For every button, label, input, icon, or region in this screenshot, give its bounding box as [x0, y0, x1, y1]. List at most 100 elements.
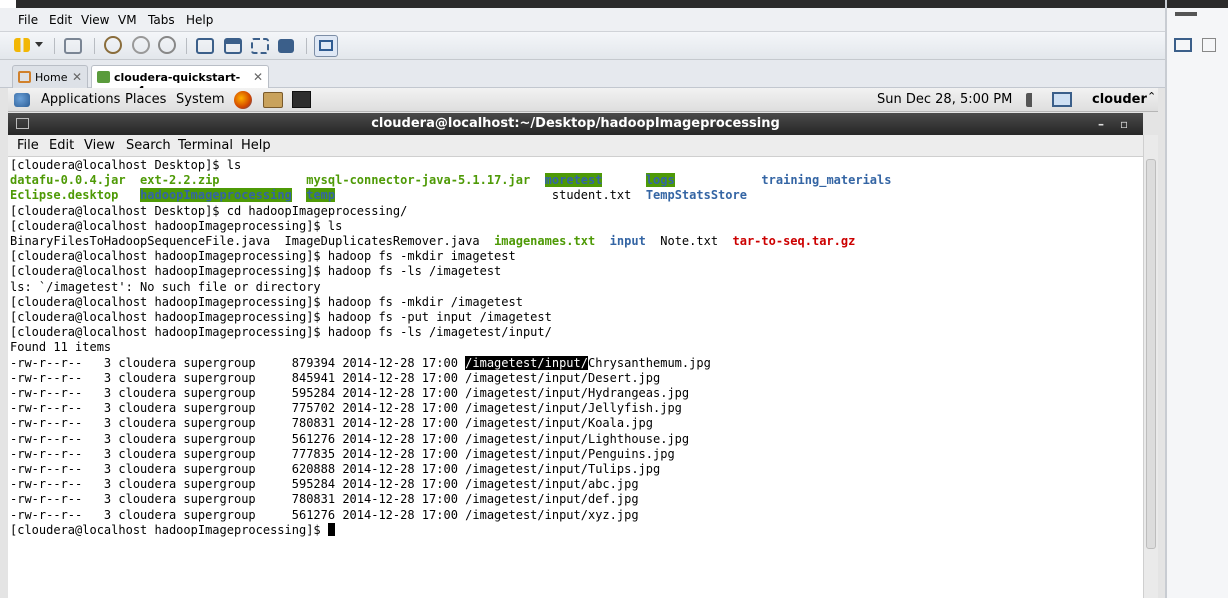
terminal-entry-red: tar-to-seq.tar.gz — [732, 234, 856, 248]
terminal-line: [cloudera@localhost hadoopImageprocessin… — [10, 249, 516, 264]
home-icon — [18, 71, 31, 83]
menu-tabs[interactable]: Tabs — [148, 13, 175, 27]
terminal-text: Found 11 items — [10, 340, 112, 355]
term-menu-search[interactable]: Search — [126, 138, 171, 153]
vmware-window: File Edit View VM Tabs Help Home ✕ cloud… — [0, 0, 1228, 598]
terminal-text: -rw-r--r-- 3 cloudera supergroup 561276 … — [10, 431, 690, 446]
term-menu-view[interactable]: View — [84, 138, 115, 153]
terminal-text: [cloudera@localhost hadoopImageprocessin… — [10, 218, 343, 233]
terminal-entry-green: Eclipse.desktop — [10, 188, 119, 203]
thumbnail-bar-glyph — [319, 40, 333, 51]
unity-icon[interactable] — [278, 39, 294, 53]
terminal-line: [cloudera@localhost Desktop]$ cd hadoopI… — [10, 204, 407, 219]
terminal-text: [cloudera@localhost hadoopImageprocessin… — [10, 522, 328, 537]
menu-view[interactable]: View — [81, 13, 109, 27]
tab-home-label: Home — [35, 71, 68, 84]
terminal-scrollbar[interactable] — [1143, 135, 1158, 598]
terminal-line: datafu-0.0.4.jar ext-2.2.zip mysql-conne… — [10, 173, 891, 188]
term-menu-help[interactable]: Help — [241, 138, 271, 153]
minimize-button[interactable]: – — [1098, 113, 1104, 135]
terminal-entry-green: ext-2.2.zip — [140, 173, 220, 188]
terminal-text: Note.txt — [645, 234, 733, 248]
terminal-output[interactable]: [cloudera@localhost Desktop]$ ls datafu-0… — [8, 157, 1143, 598]
terminal-line: -rw-r--r-- 3 cloudera supergroup 561276 … — [10, 432, 689, 447]
tab-home[interactable]: Home ✕ — [12, 65, 88, 89]
thumbnail-bar-icon[interactable] — [314, 35, 338, 57]
terminal-line: -rw-r--r-- 3 cloudera supergroup 845941 … — [10, 371, 660, 386]
terminal-entry-hl: hadoopImageprocessing — [140, 188, 292, 203]
terminal-text: [cloudera@localhost hadoopImageprocessin… — [10, 249, 516, 264]
terminal-entry-blue: input — [609, 234, 646, 248]
terminal-line: -rw-r--r-- 3 cloudera supergroup 595284 … — [10, 386, 689, 401]
host-panel-button[interactable] — [1202, 38, 1216, 52]
chevron-down-icon[interactable] — [35, 42, 43, 47]
terminal-line: ls: `/imagetest': No such file or direct… — [10, 280, 321, 295]
terminal-text: Chrysanthemum.jpg — [587, 355, 711, 370]
firefox-icon[interactable] — [234, 91, 252, 109]
revert-snapshot-icon[interactable] — [132, 36, 150, 54]
toolbar-separator — [54, 38, 55, 54]
terminal-titlebar: cloudera@localhost:~/Desktop/hadoopImage… — [8, 113, 1143, 135]
menu-edit[interactable]: Edit — [49, 13, 72, 27]
host-strip-notch — [0, 0, 16, 8]
terminal-entry-blue: training_materials — [761, 173, 892, 188]
close-icon[interactable]: ✕ — [72, 70, 82, 84]
terminal-entry-hl: logs — [645, 173, 675, 188]
terminal-text: -rw-r--r-- 3 cloudera supergroup 595284 … — [10, 477, 639, 492]
gnome-top-panel: Applications Places System Sun Dec 28, 5… — [8, 88, 1158, 112]
menu-vm[interactable]: VM — [118, 13, 137, 27]
terminal-text: -rw-r--r-- 3 cloudera supergroup 845941 … — [10, 370, 661, 385]
volume-icon[interactable] — [1026, 93, 1040, 107]
mail-icon[interactable] — [263, 92, 283, 108]
term-menu-file[interactable]: File — [17, 138, 39, 153]
terminal-line: -rw-r--r-- 3 cloudera supergroup 561276 … — [10, 508, 639, 523]
quick-switch-icon[interactable] — [224, 38, 242, 54]
terminal-text: BinaryFilesToHadoopSequenceFile.java Ima… — [10, 234, 495, 248]
network-icon[interactable] — [64, 38, 82, 54]
tab-cloudera-vm[interactable]: cloudera-quickstart-vm-4... ✕ — [91, 65, 269, 97]
user-menu[interactable]: clouder — [1092, 92, 1147, 107]
minimize-host-icon[interactable] — [1175, 12, 1197, 16]
terminal-text: -rw-r--r-- 3 cloudera supergroup 561276 … — [10, 507, 639, 522]
terminal-line: [cloudera@localhost hadoopImageprocessin… — [10, 264, 501, 279]
maximize-button[interactable]: ▫ — [1120, 113, 1128, 135]
terminal-launcher-icon[interactable] — [292, 91, 311, 108]
menu-applications[interactable]: Applications — [41, 92, 120, 107]
scrollbar-thumb[interactable] — [1146, 159, 1156, 549]
snapshot-icon[interactable] — [104, 36, 122, 54]
close-icon[interactable]: ✕ — [253, 70, 263, 84]
term-menu-terminal[interactable]: Terminal — [178, 138, 233, 153]
term-menu-edit[interactable]: Edit — [49, 138, 74, 153]
menu-file[interactable]: File — [18, 13, 38, 27]
menu-places[interactable]: Places — [125, 92, 166, 107]
terminal-text: -rw-r--r-- 3 cloudera supergroup 775702 … — [10, 401, 682, 416]
network-status-icon[interactable] — [1052, 92, 1072, 107]
terminal-text: student.txt — [335, 188, 646, 203]
terminal-text: -rw-r--r-- 3 cloudera supergroup 595284 … — [10, 386, 690, 400]
menu-system[interactable]: System — [176, 92, 224, 107]
host-right-panel — [1165, 0, 1228, 598]
host-window-icon[interactable] — [1174, 38, 1192, 52]
vmware-toolbar — [0, 32, 1165, 60]
terminal-window-icon[interactable] — [16, 118, 29, 129]
vmware-tabbar: Home ✕ cloudera-quickstart-vm-4... ✕ — [0, 60, 1165, 97]
host-title-strip — [0, 0, 1165, 8]
terminal-entry-green: imagenames.txt — [494, 234, 596, 248]
clock[interactable]: Sun Dec 28, 5:00 PM — [877, 92, 1012, 107]
terminal-line: -rw-r--r-- 3 cloudera supergroup 775702 … — [10, 401, 682, 416]
vm-icon — [97, 71, 110, 83]
console-view-icon[interactable] — [196, 38, 214, 54]
menu-help[interactable]: Help — [186, 13, 213, 27]
terminal-entry-hl: temp — [306, 188, 336, 203]
fullscreen-icon[interactable] — [251, 38, 269, 54]
pause-icon[interactable] — [14, 38, 30, 52]
snapshot-manager-icon[interactable] — [158, 36, 176, 54]
terminal-entry-blue: TempStatsStore — [645, 188, 747, 203]
chevron-up-icon: ⌃ — [1147, 90, 1157, 103]
